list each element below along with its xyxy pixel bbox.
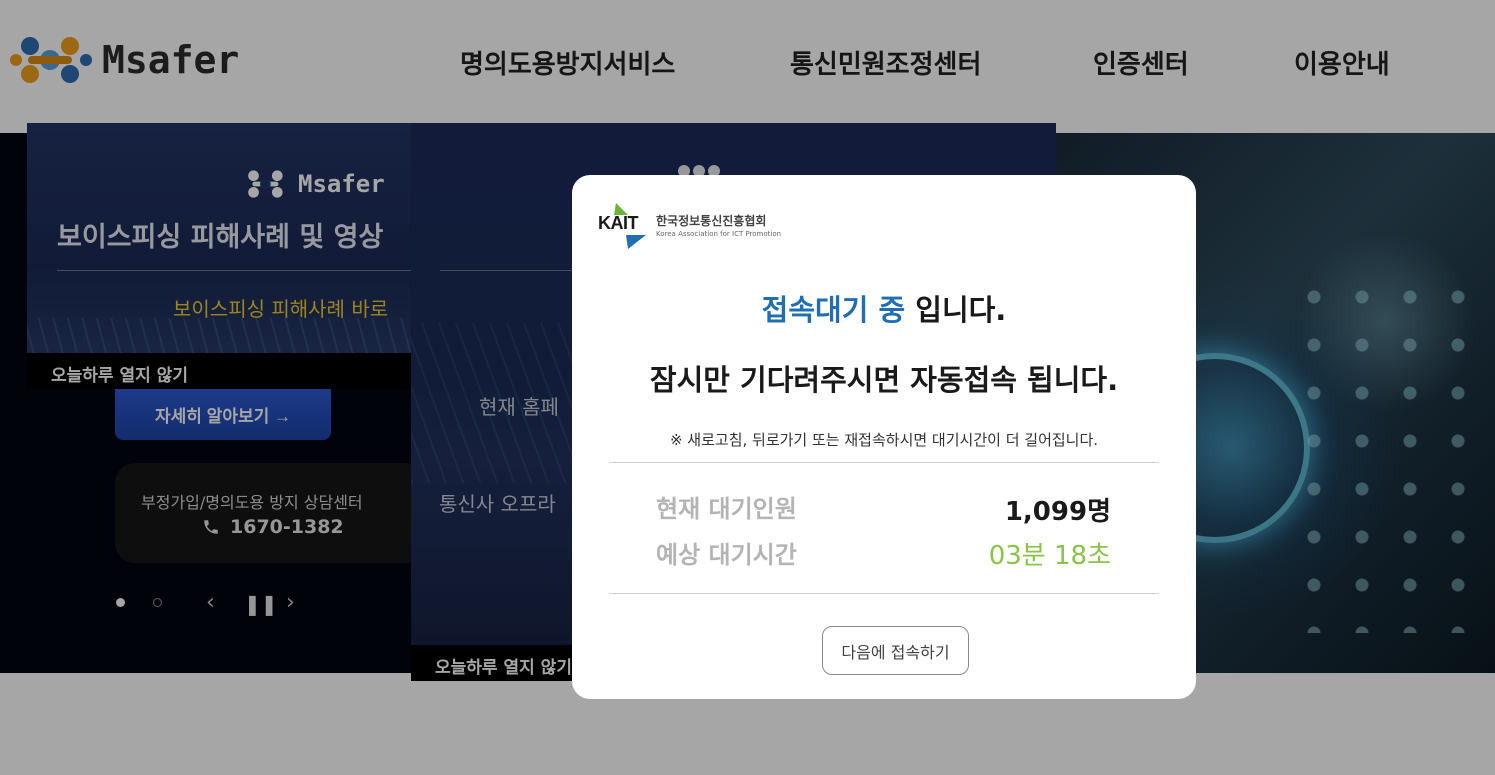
divider [609,462,1159,463]
org-name-en: Korea Association for ICT Promotion [656,230,782,238]
kait-logo: KAIT 한국정보통신진흥협회 Korea Association for IC… [598,201,781,249]
eta-label: 예상 대기시간 [656,541,797,569]
queue-count-value: 1,099명 [1004,497,1111,527]
kait-mark: KAIT [598,201,652,249]
queue-status: 접속대기 중 입니다. [572,287,1196,329]
kait-wordmark: KAIT [598,213,639,233]
org-name-kr: 한국정보통신진흥협회 [656,214,767,228]
queue-count-label: 현재 대기인원 [656,495,797,523]
status-rest: 입니다. [905,293,1007,327]
status-highlight: 접속대기 중 [761,293,906,327]
auto-connect-message: 잠시만 기다려주시면 자동접속 됩니다. [649,363,1119,397]
queue-wait-modal: KAIT 한국정보통신진흥협회 Korea Association for IC… [572,175,1196,699]
refresh-warning-note: ※ 새로고침, 뒤로가기 또는 재접속하시면 대기시간이 더 길어집니다. [669,431,1099,449]
divider [609,593,1159,594]
connect-later-button[interactable]: 다음에 접속하기 [822,626,969,675]
eta-value: 03분 18초 [988,541,1111,571]
kait-names: 한국정보통신진흥협회 Korea Association for ICT Pro… [656,212,781,238]
